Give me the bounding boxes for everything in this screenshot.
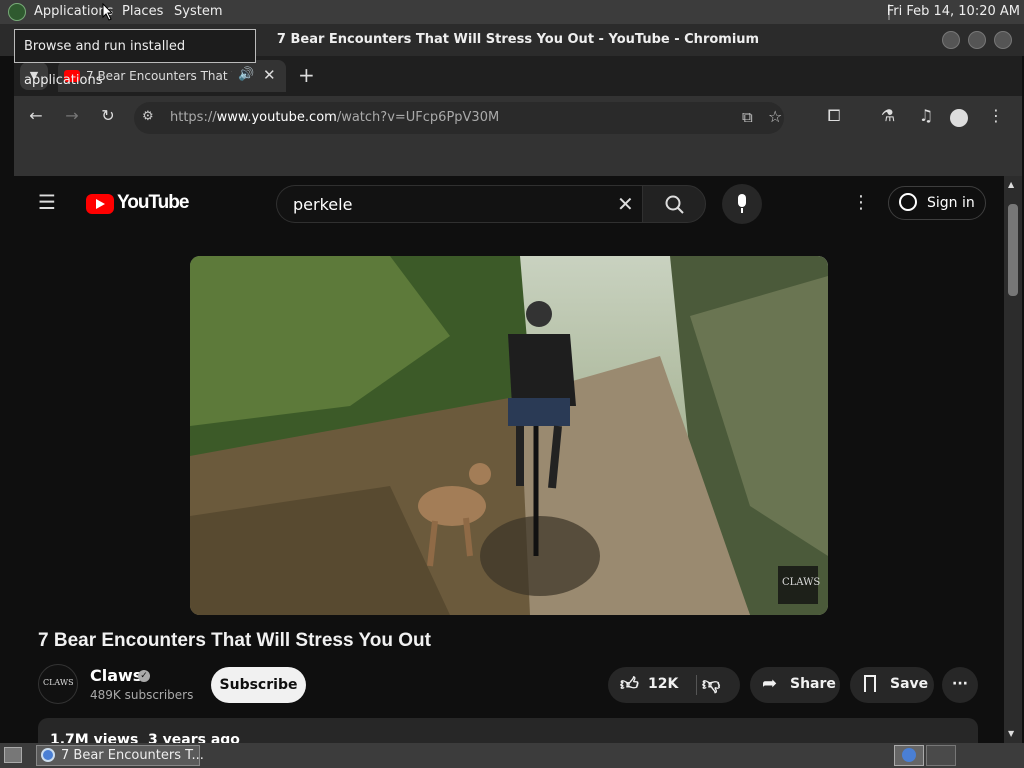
labs-flask-icon[interactable]: ⚗ bbox=[878, 106, 898, 125]
profile-avatar-icon[interactable] bbox=[950, 109, 968, 127]
more-horizontal-icon: ··· bbox=[952, 676, 968, 692]
url-domain: www.youtube.com bbox=[216, 110, 337, 125]
voice-search-button[interactable] bbox=[722, 184, 762, 224]
thumbs-down-icon[interactable]: 👎︎ bbox=[702, 673, 720, 695]
url-text[interactable]: https://www.youtube.com/watch?v=UFcp6PpV… bbox=[170, 110, 499, 125]
youtube-logo-text: YouTube bbox=[117, 192, 189, 213]
close-tab-icon[interactable]: ✕ bbox=[263, 66, 276, 84]
more-actions-button[interactable]: ··· bbox=[942, 667, 978, 703]
workspace-chromium-icon bbox=[902, 748, 916, 762]
applications-icon[interactable] bbox=[8, 3, 26, 21]
new-tab-icon[interactable]: + bbox=[298, 63, 315, 87]
browser-toolbar: ← → ↻ ⚙ https://www.youtube.com/watch?v=… bbox=[14, 96, 1022, 140]
address-bar[interactable]: ⚙ https://www.youtube.com/watch?v=UFcp6P… bbox=[134, 102, 784, 134]
subscribe-button[interactable]: Subscribe bbox=[211, 667, 306, 703]
channel-name[interactable]: Claws bbox=[90, 666, 142, 685]
thumbs-up-icon: 👍︎ bbox=[620, 674, 639, 695]
show-desktop-icon[interactable] bbox=[4, 747, 22, 763]
close-window-button[interactable] bbox=[994, 31, 1012, 49]
scroll-down-icon[interactable]: ▼ bbox=[1008, 729, 1014, 738]
url-path: /watch?v=UFcp6PpV30M bbox=[336, 110, 500, 125]
subscriber-count: 489K subscribers bbox=[90, 688, 194, 702]
like-button[interactable]: 👍︎ 12K bbox=[608, 667, 694, 703]
scroll-up-icon[interactable]: ▲ bbox=[1008, 180, 1014, 189]
clock[interactable]: Fri Feb 14, 10:20 AM bbox=[887, 4, 1020, 19]
share-label: Share bbox=[790, 676, 836, 692]
workspace-2[interactable] bbox=[926, 745, 956, 766]
channel-avatar[interactable]: CLAWS bbox=[38, 664, 78, 704]
youtube-play-logo-icon bbox=[86, 194, 114, 214]
system-panel: Applications Places System Fri Feb 14, 1… bbox=[0, 0, 1024, 24]
install-app-icon[interactable]: ⧉ bbox=[742, 108, 753, 126]
url-prefix: https:// bbox=[170, 110, 217, 125]
like-divider bbox=[696, 675, 697, 695]
site-info-icon[interactable]: ⚙ bbox=[142, 109, 154, 124]
bookmark-star-icon[interactable]: ☆ bbox=[768, 107, 782, 126]
microphone-icon bbox=[738, 194, 746, 213]
save-label: Save bbox=[890, 676, 929, 692]
scrollbar-thumb[interactable] bbox=[1008, 204, 1018, 296]
clear-search-icon[interactable]: ✕ bbox=[617, 192, 634, 216]
search-input[interactable]: perkele ✕ bbox=[276, 185, 642, 223]
audio-playing-icon[interactable]: 🔊 bbox=[238, 67, 254, 82]
verified-check-icon: ✓ bbox=[138, 670, 150, 682]
maximize-button[interactable] bbox=[968, 31, 986, 49]
page-scrollbar[interactable]: ▲ ▼ bbox=[1004, 176, 1022, 743]
workspace-switcher[interactable] bbox=[894, 745, 924, 766]
reload-icon[interactable]: ↻ bbox=[98, 106, 118, 125]
view-stats: 1.7M views 3 years ago bbox=[50, 732, 240, 743]
minimize-button[interactable] bbox=[942, 31, 960, 49]
sign-in-button[interactable]: Sign in bbox=[888, 186, 986, 220]
channel-avatar-text: CLAWS bbox=[43, 678, 74, 687]
places-menu[interactable]: Places bbox=[122, 4, 163, 19]
channel-watermark: CLAWS bbox=[782, 577, 821, 588]
video-frame bbox=[190, 256, 828, 615]
search-icon bbox=[665, 195, 684, 214]
taskbar-item-chromium[interactable]: 7 Bear Encounters T... bbox=[36, 745, 204, 766]
search-query: perkele bbox=[293, 195, 353, 214]
chromium-icon bbox=[41, 748, 55, 762]
forward-arrow-icon[interactable]: → bbox=[62, 106, 82, 125]
video-title: 7 Bear Encounters That Will Stress You O… bbox=[38, 630, 431, 651]
sign-in-label: Sign in bbox=[927, 195, 975, 211]
save-button[interactable]: Save bbox=[850, 667, 934, 703]
taskbar-item-label: 7 Bear Encounters T... bbox=[61, 748, 204, 763]
search-button[interactable] bbox=[642, 185, 706, 223]
like-count: 12K bbox=[648, 676, 679, 692]
hamburger-menu-icon[interactable]: ☰ bbox=[38, 190, 56, 214]
bookmark-bar bbox=[14, 140, 1022, 176]
account-icon bbox=[899, 193, 917, 211]
media-controls-icon[interactable]: ♫ bbox=[916, 106, 936, 125]
bookmark-save-icon bbox=[864, 675, 876, 692]
back-arrow-icon[interactable]: ← bbox=[26, 106, 46, 125]
extensions-icon[interactable]: ⧠ bbox=[824, 106, 844, 126]
share-arrow-icon: ➦ bbox=[762, 673, 778, 694]
mouse-cursor-icon bbox=[102, 3, 114, 21]
video-player[interactable]: CLAWS bbox=[190, 256, 828, 615]
description-box[interactable]: 1.7M views 3 years ago bbox=[38, 718, 978, 743]
taskbar: 7 Bear Encounters T... bbox=[0, 743, 1024, 768]
browser-menu-icon[interactable]: ⋮ bbox=[986, 106, 1006, 125]
like-dislike-group: 👍︎ 12K 👎︎ bbox=[608, 667, 740, 703]
share-button[interactable]: ➦ Share bbox=[750, 667, 840, 703]
youtube-page: ☰ YouTube perkele ✕ ⋮ Sign in CLAWS 7 Be… bbox=[14, 176, 1004, 743]
tooltip: Browse and run installed applications bbox=[14, 29, 256, 88]
system-menu[interactable]: System bbox=[174, 4, 222, 19]
tab-title: 7 Bear Encounters That W bbox=[86, 69, 232, 83]
more-options-icon[interactable]: ⋮ bbox=[852, 192, 870, 213]
